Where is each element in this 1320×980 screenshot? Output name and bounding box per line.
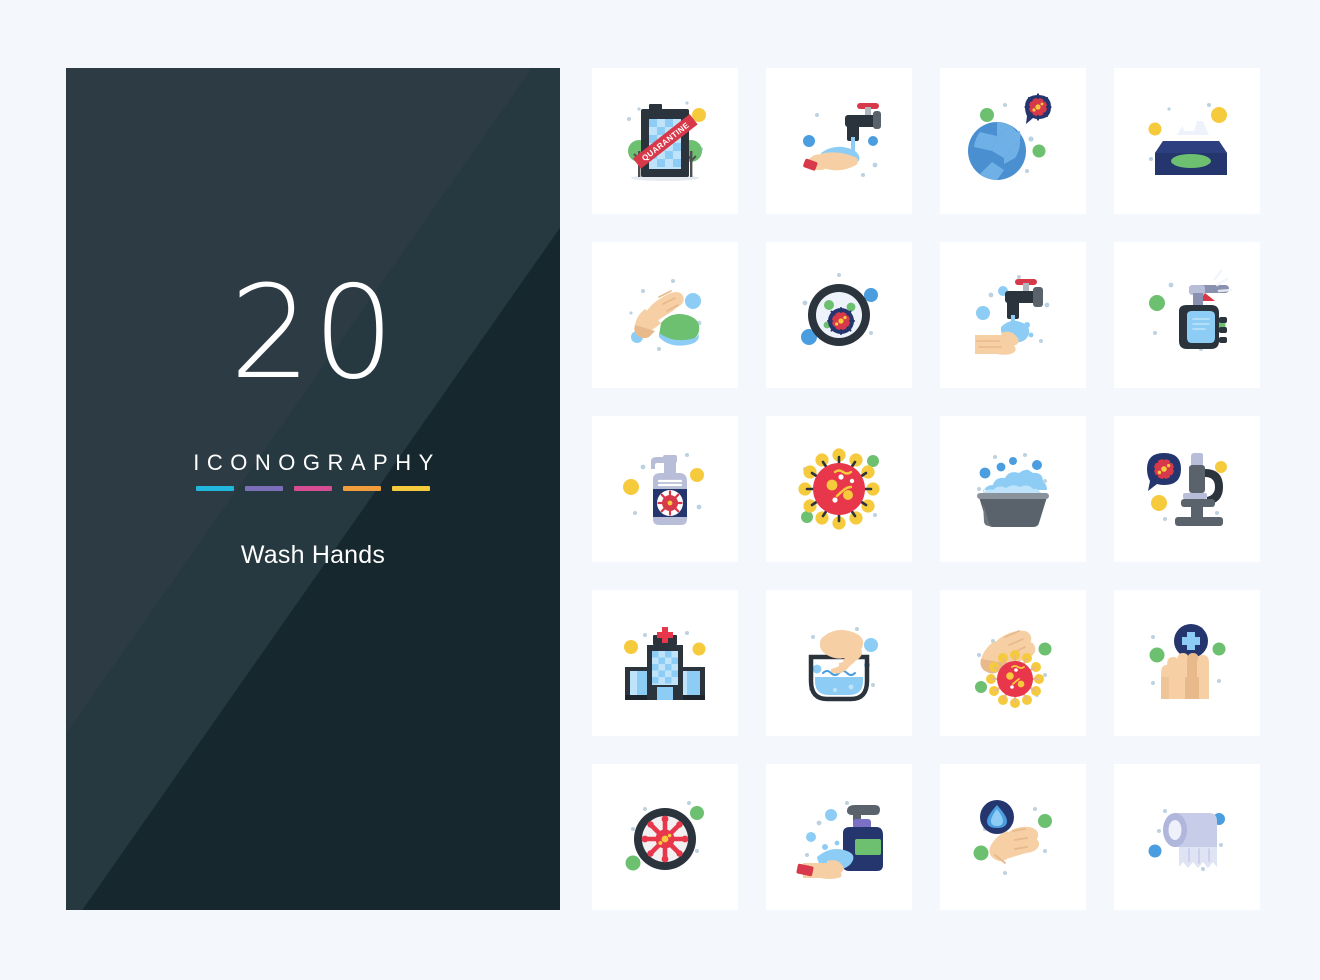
color-bar-group <box>196 486 430 491</box>
hands-virus-icon <box>975 630 1052 708</box>
icon-card-hand-soap-dispenser[interactable] <box>766 764 912 910</box>
hand-wash-bowl-icon <box>808 627 878 702</box>
wash-basin-bubbles-icon <box>977 453 1049 527</box>
tissue-box-icon <box>1148 103 1227 175</box>
icon-card-spray-bottle[interactable] <box>1114 242 1260 388</box>
toilet-paper-roll-icon <box>1148 809 1225 871</box>
icon-card-virus-lens[interactable] <box>592 764 738 910</box>
icon-card-hand-wash-bowl[interactable] <box>766 590 912 736</box>
icon-card-hands-virus[interactable] <box>940 590 1086 736</box>
icon-count: 20 <box>229 259 397 408</box>
icon-pack-preview: 20 ICONOGRAPHY Wash Hands QUARANTINE <box>0 0 1320 980</box>
color-bar-2 <box>245 486 283 491</box>
icon-card-soap-dispenser-virus[interactable] <box>592 416 738 562</box>
icon-card-hospital[interactable] <box>592 590 738 736</box>
icon-card-toilet-paper[interactable] <box>1114 764 1260 910</box>
icon-card-tissue-box[interactable] <box>1114 68 1260 214</box>
series-label: ICONOGRAPHY <box>193 450 441 475</box>
icon-grid: QUARANTINE <box>592 68 1260 910</box>
virus-cell-icon <box>798 448 880 530</box>
hand-soap-dispenser-icon <box>796 801 883 879</box>
microscope-virus-icon <box>1147 453 1227 526</box>
color-bar-1 <box>196 486 234 491</box>
icon-card-virus-cell[interactable] <box>766 416 912 562</box>
quarantine-building-icon: QUARANTINE <box>627 101 706 181</box>
color-bar-3 <box>294 486 332 491</box>
icon-card-quarantine-building[interactable]: QUARANTINE <box>592 68 738 214</box>
protected-hands-cross-icon <box>1149 624 1226 699</box>
virus-lens-icon <box>625 801 704 871</box>
pack-title: Wash Hands <box>240 541 386 569</box>
color-bar-4 <box>343 486 381 491</box>
wash-hands-tap-icon <box>975 275 1050 355</box>
cover-panel: 20 ICONOGRAPHY Wash Hands <box>66 68 560 910</box>
icon-card-global-virus[interactable] <box>940 68 1086 214</box>
handwash-faucet-approved-icon <box>803 103 881 177</box>
icon-card-handwash-approved[interactable] <box>766 68 912 214</box>
spray-bottle-icon <box>1149 269 1233 351</box>
icon-card-microscope-virus[interactable] <box>1114 416 1260 562</box>
hands-water-drop-icon <box>973 800 1052 875</box>
soap-dispenser-virus-icon <box>623 453 704 525</box>
hospital-icon <box>624 627 706 700</box>
icon-card-hands-soap[interactable] <box>592 242 738 388</box>
petri-dish-virus-icon <box>801 273 878 346</box>
icon-card-hands-water-drop[interactable] <box>940 764 1086 910</box>
global-virus-icon <box>968 93 1052 180</box>
hands-soap-icon <box>629 279 702 351</box>
icon-card-wash-hands-tap[interactable] <box>940 242 1086 388</box>
icon-card-petri-dish-virus[interactable] <box>766 242 912 388</box>
color-bar-5 <box>392 486 430 491</box>
icon-card-protected-hands[interactable] <box>1114 590 1260 736</box>
icon-card-wash-basin[interactable] <box>940 416 1086 562</box>
